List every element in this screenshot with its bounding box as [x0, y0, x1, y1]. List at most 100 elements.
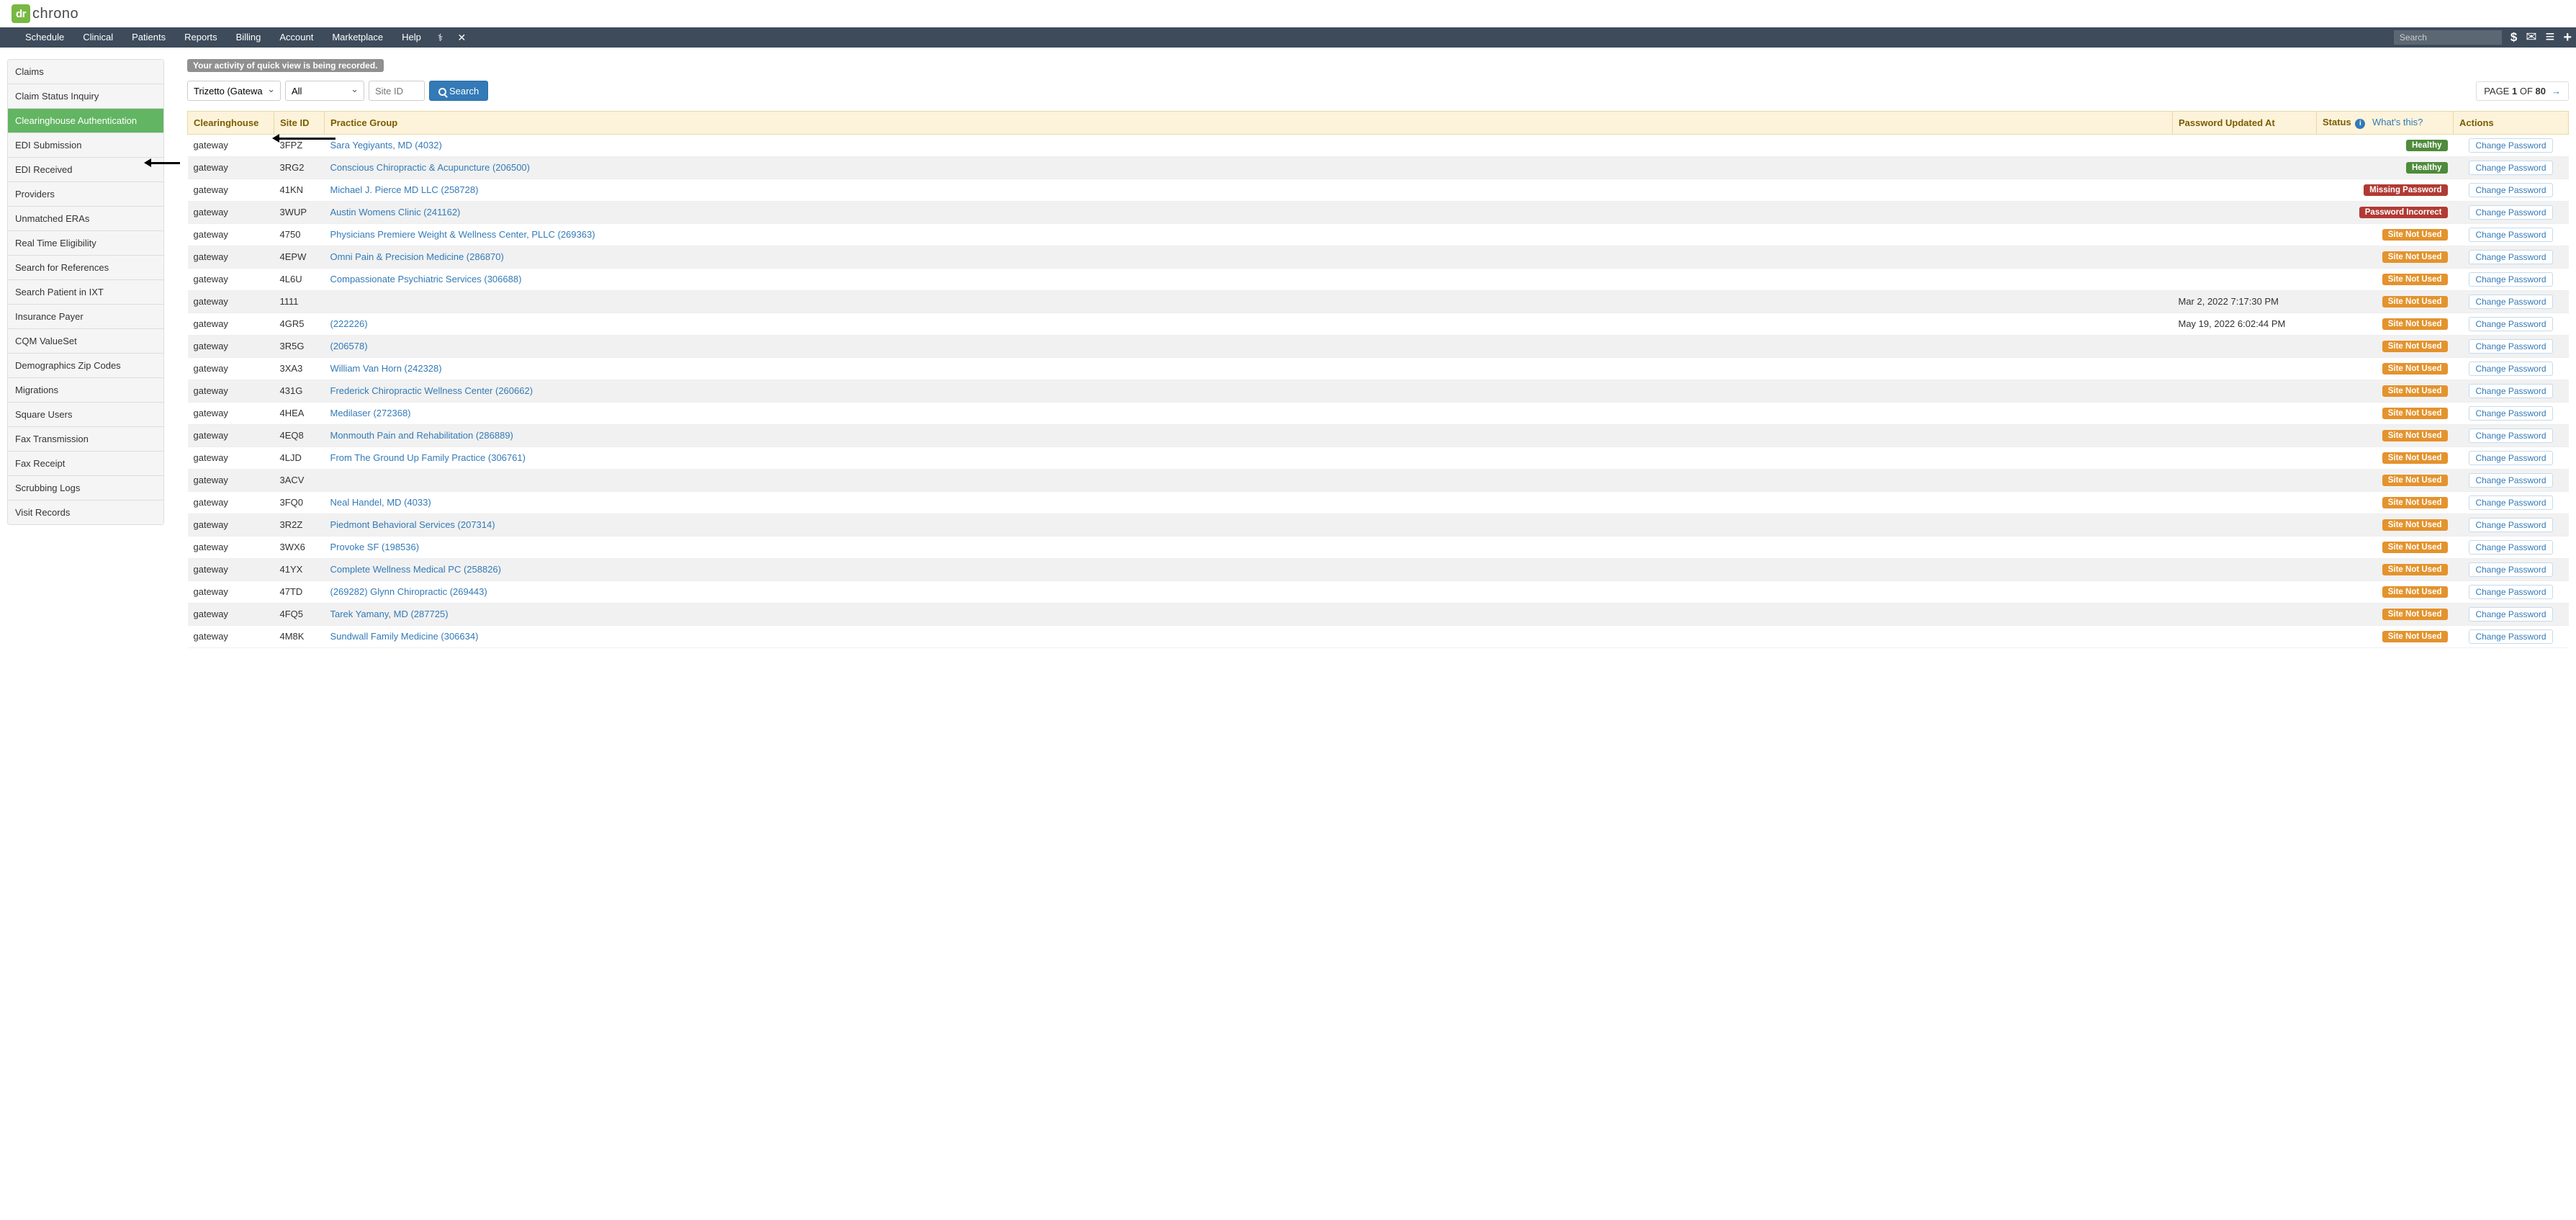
change-password-button[interactable]: Change Password	[2469, 161, 2552, 175]
table-row: gateway3WX6Provoke SF (198536)Site Not U…	[188, 536, 2569, 558]
sidebar-item-scrubbing-logs[interactable]: Scrubbing Logs	[8, 476, 163, 501]
change-password-button[interactable]: Change Password	[2469, 228, 2552, 242]
change-password-button[interactable]: Change Password	[2469, 205, 2552, 220]
sidebar-item-fax-transmission[interactable]: Fax Transmission	[8, 427, 163, 452]
plus-icon[interactable]: +	[2559, 27, 2576, 48]
sidebar-item-edi-submission[interactable]: EDI Submission	[8, 133, 163, 158]
sidebar-item-search-for-references[interactable]: Search for References	[8, 256, 163, 280]
nav-item-patients[interactable]: Patients	[122, 27, 175, 48]
sidebar-item-search-patient-in-ixt[interactable]: Search Patient in IXT	[8, 280, 163, 305]
sidebar-item-edi-received[interactable]: EDI Received	[8, 158, 163, 182]
sidebar-item-clearinghouse-authentication[interactable]: Clearinghouse Authentication	[8, 109, 163, 133]
sidebar-item-insurance-payer[interactable]: Insurance Payer	[8, 305, 163, 329]
practice-group-link[interactable]: Austin Womens Clinic (241162)	[330, 207, 461, 217]
nav-item-billing[interactable]: Billing	[227, 27, 271, 48]
change-password-button[interactable]: Change Password	[2469, 317, 2552, 331]
sidebar-item-migrations[interactable]: Migrations	[8, 378, 163, 403]
practice-group-link[interactable]: Provoke SF (198536)	[330, 542, 420, 552]
change-password-button[interactable]: Change Password	[2469, 250, 2552, 264]
cell-site-id: 4M8K	[274, 625, 325, 647]
filter-row: Trizetto (Gateway) All Search PAGE 1 OF …	[187, 81, 2569, 101]
practice-group-link[interactable]: Monmouth Pain and Rehabilitation (286889…	[330, 430, 513, 441]
practice-group-link[interactable]: Compassionate Psychiatric Services (3066…	[330, 274, 522, 284]
practice-group-link[interactable]: Omni Pain & Precision Medicine (286870)	[330, 251, 504, 262]
change-password-button[interactable]: Change Password	[2469, 540, 2552, 555]
clearinghouse-select[interactable]: Trizetto (Gateway)	[187, 81, 281, 101]
change-password-button[interactable]: Change Password	[2469, 451, 2552, 465]
nav-item-schedule[interactable]: Schedule	[16, 27, 73, 48]
practice-group-link[interactable]: William Van Horn (242328)	[330, 363, 442, 374]
change-password-button[interactable]: Change Password	[2469, 473, 2552, 488]
practice-group-link[interactable]: (269282) Glynn Chiropractic (269443)	[330, 586, 487, 597]
sidebar-item-square-users[interactable]: Square Users	[8, 403, 163, 427]
change-password-button[interactable]: Change Password	[2469, 138, 2552, 153]
change-password-button[interactable]: Change Password	[2469, 272, 2552, 287]
change-password-button[interactable]: Change Password	[2469, 495, 2552, 510]
nav-item-reports[interactable]: Reports	[175, 27, 227, 48]
status-badge: Site Not Used	[2382, 274, 2448, 285]
practice-group-link[interactable]: Sundwall Family Medicine (306634)	[330, 631, 479, 642]
change-password-button[interactable]: Change Password	[2469, 384, 2552, 398]
whats-this-link[interactable]: What's this?	[2372, 117, 2423, 127]
practice-group-link[interactable]: Frederick Chiropractic Wellness Center (…	[330, 385, 533, 396]
cell-password-updated	[2173, 223, 2317, 246]
cell-status: Site Not Used	[2317, 513, 2454, 536]
sidebar-item-real-time-eligibility[interactable]: Real Time Eligibility	[8, 231, 163, 256]
cell-practice-group: From The Ground Up Family Practice (3067…	[325, 447, 2173, 469]
info-icon[interactable]: i	[2355, 119, 2365, 129]
change-password-button[interactable]: Change Password	[2469, 629, 2552, 644]
nav-search-input[interactable]	[2394, 30, 2502, 45]
practice-group-link[interactable]: Conscious Chiropractic & Acupuncture (20…	[330, 162, 530, 173]
practice-group-link[interactable]: Piedmont Behavioral Services (207314)	[330, 519, 495, 530]
practice-group-link[interactable]: Complete Wellness Medical PC (258826)	[330, 564, 501, 575]
nav-item-clinical[interactable]: Clinical	[73, 27, 122, 48]
cell-password-updated	[2173, 357, 2317, 380]
mail-icon[interactable]	[2521, 27, 2541, 48]
practice-group-link[interactable]: (206578)	[330, 341, 368, 351]
dollar-icon[interactable]	[2506, 27, 2521, 48]
sidebar-item-fax-receipt[interactable]: Fax Receipt	[8, 452, 163, 476]
practice-group-link[interactable]: Sara Yegiyants, MD (4032)	[330, 140, 442, 151]
change-password-button[interactable]: Change Password	[2469, 339, 2552, 354]
cell-password-updated	[2173, 380, 2317, 402]
practice-group-link[interactable]: From The Ground Up Family Practice (3067…	[330, 452, 526, 463]
site-id-input[interactable]	[369, 81, 425, 101]
change-password-button[interactable]: Change Password	[2469, 585, 2552, 599]
practice-group-link[interactable]: Medilaser (272368)	[330, 408, 411, 418]
practice-group-link[interactable]: Neal Handel, MD (4033)	[330, 497, 431, 508]
change-password-button[interactable]: Change Password	[2469, 362, 2552, 376]
cell-clearinghouse: gateway	[188, 156, 274, 179]
cell-password-updated	[2173, 603, 2317, 625]
sidebar-item-cqm-valueset[interactable]: CQM ValueSet	[8, 329, 163, 354]
caduceus-icon[interactable]: ⚕	[431, 32, 451, 44]
nav-item-marketplace[interactable]: Marketplace	[323, 27, 392, 48]
practice-group-link[interactable]: Tarek Yamany, MD (287725)	[330, 609, 449, 619]
change-password-button[interactable]: Change Password	[2469, 295, 2552, 309]
logo-box: dr	[12, 4, 30, 23]
change-password-button[interactable]: Change Password	[2469, 429, 2552, 443]
practice-group-link[interactable]: Physicians Premiere Weight & Wellness Ce…	[330, 229, 595, 240]
search-button[interactable]: Search	[429, 81, 488, 101]
change-password-button[interactable]: Change Password	[2469, 562, 2552, 577]
scalpel-icon[interactable]: ✕	[450, 32, 473, 44]
practice-group-link[interactable]: Michael J. Pierce MD LLC (258728)	[330, 184, 479, 195]
change-password-button[interactable]: Change Password	[2469, 183, 2552, 197]
hamburger-icon[interactable]	[2541, 27, 2559, 49]
status-badge: Site Not Used	[2382, 497, 2448, 508]
next-page-arrow-icon[interactable]: →	[2552, 86, 2561, 97]
nav-item-account[interactable]: Account	[270, 27, 323, 48]
sidebar-item-unmatched-eras[interactable]: Unmatched ERAs	[8, 207, 163, 231]
sidebar-item-demographics-zip-codes[interactable]: Demographics Zip Codes	[8, 354, 163, 378]
sidebar-item-claims[interactable]: Claims	[8, 60, 163, 84]
change-password-button[interactable]: Change Password	[2469, 406, 2552, 421]
nav-item-help[interactable]: Help	[392, 27, 431, 48]
filter-extra-select[interactable]: All	[285, 81, 364, 101]
cell-actions: Change Password	[2454, 469, 2569, 491]
change-password-button[interactable]: Change Password	[2469, 607, 2552, 622]
sidebar-item-providers[interactable]: Providers	[8, 182, 163, 207]
cell-status: Site Not Used	[2317, 380, 2454, 402]
sidebar-item-claim-status-inquiry[interactable]: Claim Status Inquiry	[8, 84, 163, 109]
practice-group-link[interactable]: (222226)	[330, 318, 368, 329]
sidebar-item-visit-records[interactable]: Visit Records	[8, 501, 163, 524]
change-password-button[interactable]: Change Password	[2469, 518, 2552, 532]
